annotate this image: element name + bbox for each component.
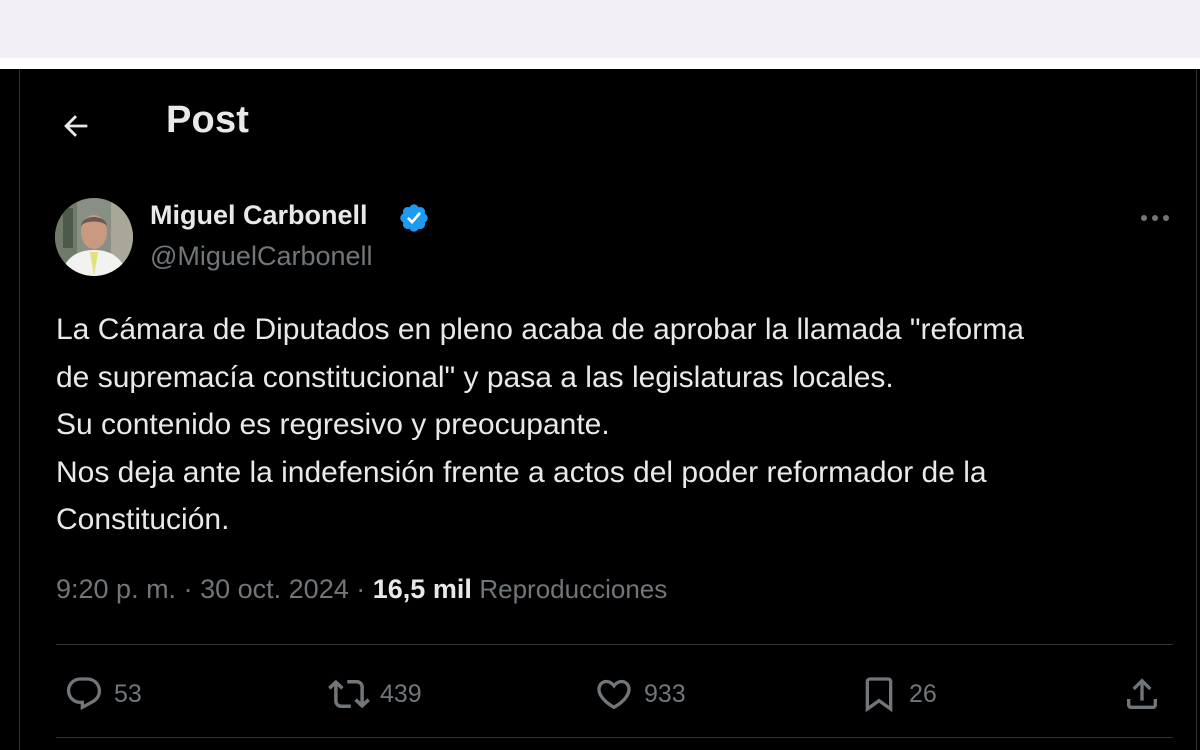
post-text-line: Constitución.: [56, 503, 230, 536]
heart-icon: [597, 679, 631, 710]
post-time[interactable]: 9:20 p. m.: [56, 574, 176, 604]
avatar[interactable]: [55, 198, 133, 276]
column-border-right: [1196, 69, 1197, 750]
more-horizontal-icon: [1141, 215, 1169, 221]
post-view: Post Miguel Carbonell @MiguelCarbonell L…: [0, 69, 1200, 750]
post-text: La Cámara de Diputados en pleno acaba de…: [56, 306, 1176, 544]
action-bar: 53 439 933 26: [0, 659, 1196, 729]
meta-separator: ·: [183, 574, 193, 604]
page-header: Post: [0, 69, 1196, 179]
author-handle[interactable]: @MiguelCarbonell: [150, 241, 373, 272]
views-count: 16,5 mil: [372, 574, 472, 604]
divider: [56, 644, 1173, 645]
reply-button[interactable]: 53: [64, 659, 142, 729]
more-options-button[interactable]: [1136, 203, 1174, 233]
repost-button[interactable]: 439: [328, 659, 422, 729]
meta-separator: ·: [356, 574, 366, 604]
post-date[interactable]: 30 oct. 2024: [200, 574, 349, 604]
post-text-line: La Cámara de Diputados en pleno acaba de…: [56, 313, 1024, 346]
post-text-line: de supremacía constitucional" y pasa a l…: [56, 360, 894, 394]
browser-gap: [0, 58, 1200, 69]
like-button[interactable]: 933: [594, 659, 686, 729]
share-button[interactable]: [1122, 659, 1162, 729]
post-text-line: Nos deja ante la indefensión frente a ac…: [56, 455, 987, 489]
bookmark-button[interactable]: 26: [859, 659, 937, 729]
share-icon: [1127, 678, 1157, 709]
post-metadata: 9:20 p. m. · 30 oct. 2024 · 16,5 mil Rep…: [56, 574, 667, 605]
verified-badge-icon: [400, 204, 428, 232]
bookmark-icon: [865, 677, 893, 713]
divider: [56, 737, 1173, 738]
reply-count: 53: [114, 679, 142, 708]
reply-icon: [66, 677, 102, 711]
repost-icon: [328, 679, 370, 709]
arrow-left-icon: [64, 115, 88, 137]
page-title: Post: [166, 99, 250, 141]
repost-count: 439: [380, 679, 422, 708]
like-count: 933: [644, 679, 686, 708]
author-name[interactable]: Miguel Carbonell: [150, 200, 368, 231]
browser-top-band: [0, 0, 1200, 58]
post-text-line: Su contenido es regresivo y preocupante.: [56, 408, 610, 441]
views-label: Reproducciones: [479, 574, 668, 604]
back-button[interactable]: [52, 102, 100, 150]
bookmark-count: 26: [909, 679, 937, 708]
